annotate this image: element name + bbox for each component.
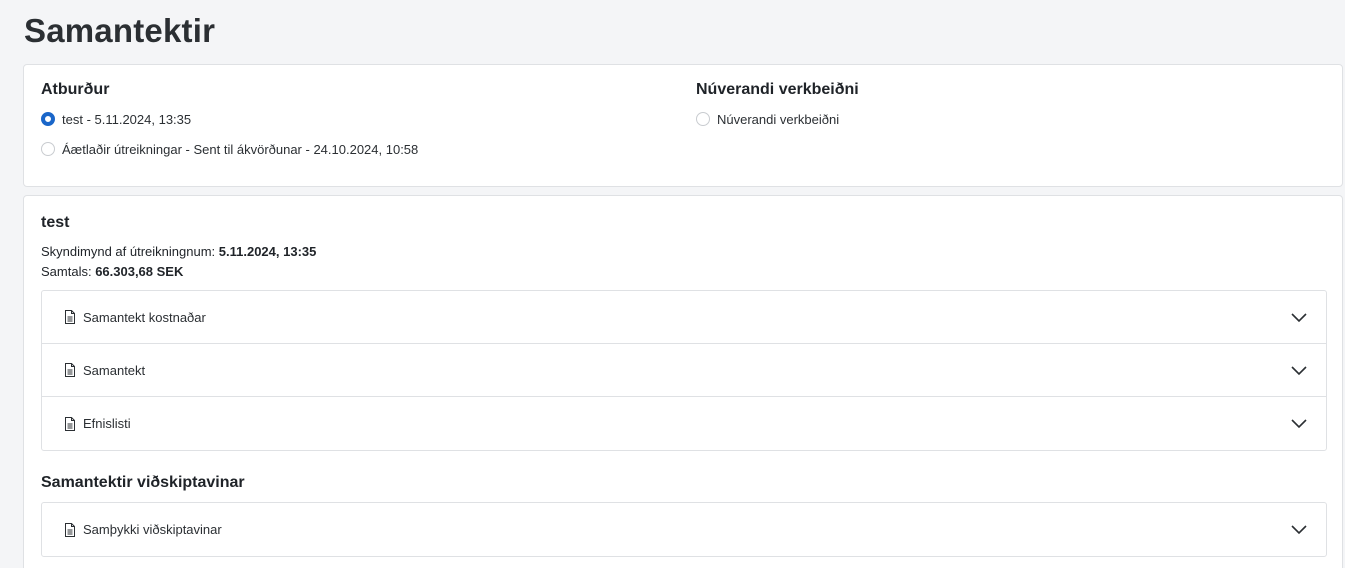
event-option-label: Áætlaðir útreikningar - Sent til ákvörðu… — [62, 141, 419, 157]
client-summaries-heading: Samantektir viðskiptavinar — [41, 474, 245, 491]
radio-unselected-icon[interactable] — [696, 112, 710, 126]
events-column: Atburður test - 5.11.2024, 13:35 Áætlaði… — [41, 81, 418, 169]
events-heading: Atburður — [41, 81, 110, 98]
snapshot-label: Skyndimynd af útreikningnum: — [41, 244, 219, 259]
current-work-order-column: Núverandi verkbeiðni Núverandi verkbeiðn… — [696, 81, 859, 139]
accordion-item-label: Samantekt — [83, 362, 146, 378]
document-icon — [65, 416, 75, 431]
current-work-order-option[interactable]: Núverandi verkbeiðni — [696, 109, 859, 129]
chevron-down-icon[interactable] — [1290, 362, 1308, 380]
accordion-item-label: Efnislisti — [83, 416, 131, 431]
total-info: Samtals: 66.303,68 SEK — [41, 264, 183, 279]
accordion-item-label: Samþykki viðskiptavinar — [83, 522, 222, 537]
accordion-item-cost-summary[interactable]: Samantekt kostnaðar — [42, 291, 1326, 344]
total-label: Samtals: — [41, 264, 96, 279]
accordion-item-label: Samantekt kostnaðar — [83, 309, 206, 325]
client-summaries-accordion: Samþykki viðskiptavinar — [41, 502, 1327, 557]
event-option-test[interactable]: test - 5.11.2024, 13:35 — [41, 109, 418, 129]
document-icon — [65, 522, 75, 537]
current-work-order-heading: Núverandi verkbeiðni — [696, 81, 859, 98]
radio-unselected-icon[interactable] — [41, 142, 55, 156]
chevron-down-icon[interactable] — [1290, 309, 1308, 327]
accordion-item-client-approval[interactable]: Samþykki viðskiptavinar — [42, 503, 1326, 556]
accordion-item-summary[interactable]: Samantekt — [42, 344, 1326, 397]
page-title: Samantektir — [24, 12, 216, 49]
detail-card: test Skyndimynd af útreikningnum: 5.11.2… — [23, 195, 1343, 568]
summary-accordion: Samantekt kostnaðar Samantekt Efnislisti — [41, 290, 1327, 451]
document-icon — [65, 310, 75, 324]
chevron-down-icon[interactable] — [1290, 521, 1308, 539]
detail-title: test — [41, 214, 70, 231]
snapshot-info: Skyndimynd af útreikningnum: 5.11.2024, … — [41, 244, 316, 259]
chevron-down-icon[interactable] — [1290, 415, 1308, 433]
accordion-item-material-list[interactable]: Efnislisti — [42, 397, 1326, 450]
radio-selected-icon[interactable] — [41, 112, 55, 126]
document-icon — [65, 363, 75, 377]
event-option-label: test - 5.11.2024, 13:35 — [62, 111, 192, 127]
events-card: Atburður test - 5.11.2024, 13:35 Áætlaði… — [23, 64, 1343, 187]
snapshot-value: 5.11.2024, 13:35 — [218, 244, 317, 259]
current-work-order-label: Núverandi verkbeiðni — [717, 111, 840, 127]
total-value: 66.303,68 SEK — [95, 264, 184, 279]
page: Samantektir Atburður test - 5.11.2024, 1… — [0, 0, 1345, 568]
event-option-estimated-calculations[interactable]: Áætlaðir útreikningar - Sent til ákvörðu… — [41, 139, 418, 159]
